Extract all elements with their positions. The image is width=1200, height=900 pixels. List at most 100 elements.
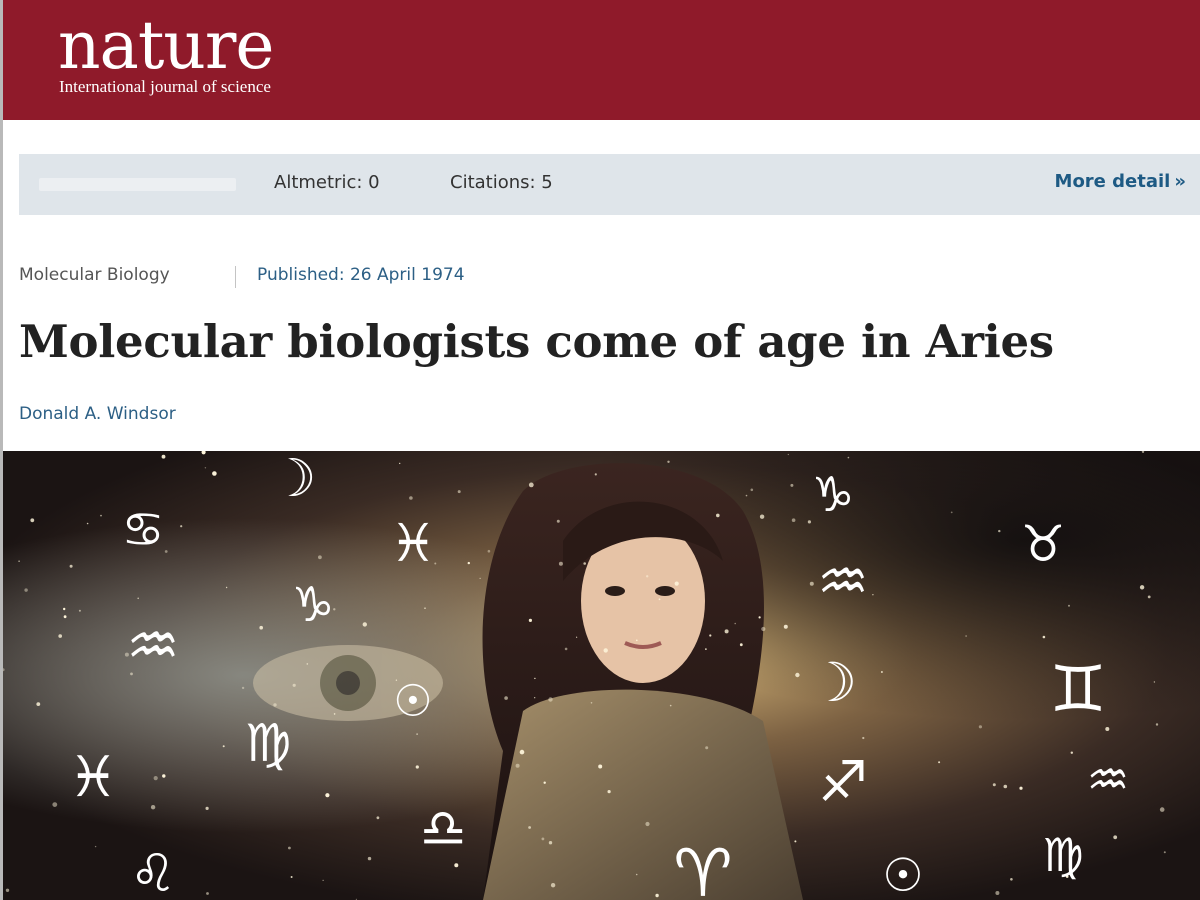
masthead: nature International journal of science [3, 0, 1200, 120]
star [162, 774, 166, 778]
star [362, 622, 367, 627]
star [241, 686, 245, 690]
star [734, 622, 736, 625]
star [1153, 681, 1156, 683]
star [479, 577, 481, 579]
zodiac-symbol-icon: ♒ [817, 547, 869, 615]
star [1019, 786, 1023, 790]
star [225, 586, 228, 589]
star [709, 634, 712, 637]
star [504, 696, 508, 700]
star [938, 761, 941, 764]
more-detail-link[interactable]: More detail» [1055, 171, 1186, 192]
star [998, 529, 1001, 533]
star [534, 677, 536, 680]
metrics-badge-placeholder [39, 178, 236, 191]
star [212, 471, 217, 476]
star [590, 702, 593, 704]
star [259, 625, 264, 630]
zodiac-symbol-icon: ♉ [1021, 515, 1066, 573]
star [739, 643, 743, 647]
star [705, 648, 707, 650]
star [288, 846, 291, 850]
star [995, 891, 1000, 895]
star [724, 629, 729, 634]
star [658, 598, 661, 601]
star [635, 873, 638, 876]
double-chevron-right-icon: » [1174, 171, 1186, 192]
star [1068, 604, 1070, 607]
star [528, 826, 531, 829]
star [318, 555, 322, 560]
star [583, 562, 586, 565]
star [467, 561, 470, 565]
header-divider [235, 266, 236, 288]
star [791, 518, 796, 522]
metrics-bar: Altmetric: 0 Citations: 5 More detail» [19, 154, 1200, 215]
star [669, 704, 672, 707]
star [528, 482, 534, 488]
star [645, 821, 650, 827]
star [325, 793, 330, 798]
star [646, 575, 649, 578]
article-author[interactable]: Donald A. Windsor [19, 404, 176, 424]
star [795, 672, 800, 678]
star [758, 616, 761, 619]
star [1163, 851, 1166, 854]
star [1042, 635, 1046, 639]
star [543, 781, 546, 784]
star [1139, 585, 1145, 590]
star [992, 783, 996, 787]
star [487, 549, 491, 553]
star [204, 467, 207, 469]
nature-logo[interactable]: nature [58, 8, 274, 84]
star [541, 837, 545, 841]
star [550, 883, 556, 888]
zodiac-symbol-icon: ♑ [291, 577, 334, 633]
star [750, 488, 754, 492]
star [137, 597, 139, 600]
star [862, 736, 865, 740]
star [534, 697, 536, 699]
star [576, 636, 578, 638]
star [24, 588, 28, 592]
star [30, 518, 35, 523]
star [603, 648, 608, 653]
article-title: Molecular biologists come of age in Arie… [19, 315, 1054, 368]
star [1147, 595, 1151, 599]
star [52, 802, 58, 807]
star [519, 749, 525, 755]
star [790, 483, 794, 487]
star [759, 514, 765, 519]
star [556, 519, 560, 523]
star [222, 745, 225, 748]
star [548, 841, 553, 845]
star [180, 525, 183, 528]
star [150, 805, 156, 810]
zodiac-symbol-icon: ♒ [1086, 752, 1129, 808]
star [1159, 807, 1165, 812]
star [548, 697, 553, 702]
article-subject[interactable]: Molecular Biology [19, 265, 170, 285]
star [206, 892, 209, 895]
star [809, 581, 814, 586]
star [376, 816, 380, 820]
star [333, 713, 336, 715]
star [1105, 727, 1110, 731]
star [454, 863, 459, 868]
zodiac-symbol-icon: ♌ [130, 844, 177, 900]
zodiac-symbol-icon: ♎ [420, 799, 467, 859]
star [872, 594, 874, 596]
star [161, 454, 166, 459]
star [69, 564, 73, 568]
zodiac-symbol-icon: ♓ [390, 514, 437, 574]
star [598, 764, 603, 769]
star [58, 634, 62, 638]
star [978, 725, 983, 729]
star [783, 624, 788, 629]
zodiac-symbol-icon: ♊ [1049, 653, 1106, 727]
altmetric-score: Altmetric: 0 [274, 172, 380, 193]
star [153, 776, 158, 781]
star [78, 609, 81, 612]
zodiac-symbol-icon: ♐ [818, 750, 868, 815]
